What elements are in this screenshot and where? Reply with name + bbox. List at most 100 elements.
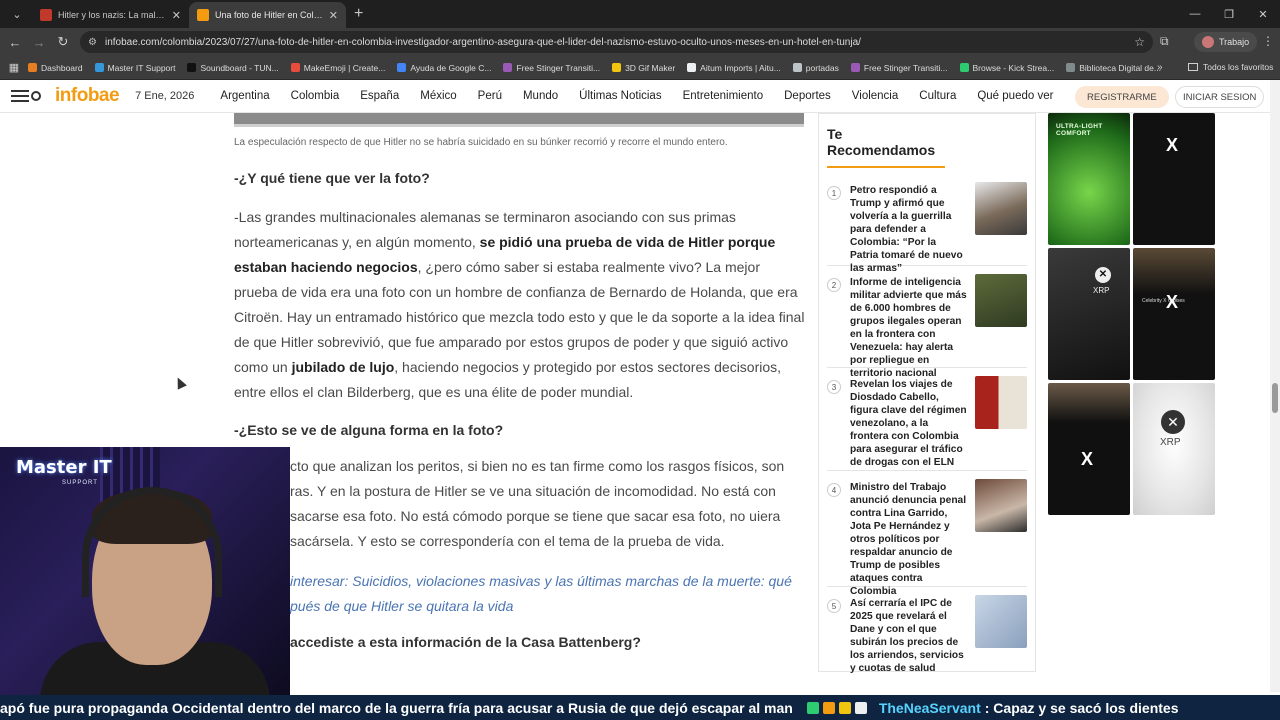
webcam-overlay: Master IT SUPPORT: [0, 447, 290, 695]
minimize-icon[interactable]: —: [1178, 8, 1212, 20]
tab-favicon-icon: [197, 9, 209, 21]
recommendation-text[interactable]: Revelan los viajes de Diosdado Cabello, …: [850, 368, 967, 470]
nav-item-que-puedo-ver[interactable]: Qué puedo ver: [977, 90, 1053, 102]
scrollbar-thumb[interactable]: [1272, 383, 1278, 413]
recommendations-panel: Te Recomendamos 1 Petro respondió a Trum…: [818, 113, 1036, 674]
ad-cap-white[interactable]: ✕ XRP: [1133, 383, 1215, 515]
tab-favicon-icon: [40, 9, 52, 21]
recommendation-item[interactable]: 3 Revelan los viajes de Diosdado Cabello…: [827, 368, 1027, 471]
bookmark-item[interactable]: Dashboard: [28, 63, 83, 73]
item-number: 2: [827, 278, 841, 292]
bookmark-item[interactable]: MakeEmoji | Create...: [290, 63, 385, 73]
search-icon[interactable]: [31, 91, 41, 101]
recommendation-thumbnail[interactable]: [974, 376, 1027, 429]
nav-item-entretenimiento[interactable]: Entretenimiento: [683, 90, 764, 102]
ad-cap-black[interactable]: X Celebrity X Cruises: [1133, 248, 1215, 380]
ticker-message-2: : Capaz y se sacó los dientes: [984, 699, 1179, 716]
extensions-icon[interactable]: ⧉: [1160, 34, 1169, 49]
recommendation-thumbnail[interactable]: [974, 479, 1027, 532]
hamburger-menu-icon[interactable]: [11, 87, 29, 105]
bookmark-item[interactable]: portadas: [792, 63, 839, 73]
browser-tab-1[interactable]: Hitler y los nazis: La maldad a ju ✕: [32, 2, 189, 28]
recommendation-item[interactable]: 5 Así cerraría el IPC de 2025 que revela…: [827, 587, 1027, 677]
recommendation-thumbnail[interactable]: [974, 182, 1027, 235]
emote-icons: [806, 701, 871, 714]
recommendation-thumbnail[interactable]: [974, 274, 1027, 327]
folder-icon: [1188, 63, 1198, 71]
profile-label: Trabajo: [1219, 37, 1250, 47]
bookmark-item[interactable]: Master IT Support: [94, 63, 175, 73]
bookmark-item[interactable]: Free Stinger Transiti...: [503, 63, 600, 73]
related-article-link[interactable]: interesar: Suicidios, violaciones masiva…: [234, 569, 806, 619]
question-heading: -¿Y qué tiene que ver la foto?: [234, 170, 430, 186]
recommendation-text[interactable]: Ministro del Trabajo anunció denuncia pe…: [850, 471, 967, 597]
bookmark-favicon-icon: [850, 63, 860, 72]
recommendation-text[interactable]: Informe de inteligencia militar advierte…: [850, 266, 967, 379]
ad-jacket[interactable]: ✕ XRP: [1048, 248, 1130, 380]
more-bookmarks-icon[interactable]: »: [1157, 62, 1163, 73]
bookmark-star-icon[interactable]: ☆: [1134, 35, 1145, 49]
nav-item-violencia[interactable]: Violencia: [852, 90, 898, 102]
browser-tab-2[interactable]: Una foto de Hitler en Colombia ✕: [189, 2, 346, 28]
url-text: infobae.com/colombia/2023/07/27/una-foto…: [104, 36, 861, 48]
forward-icon[interactable]: →: [27, 35, 51, 50]
restore-icon[interactable]: ❐: [1212, 8, 1246, 21]
bookmark-item[interactable]: Ayuda de Google C...: [397, 63, 491, 73]
x-logo-icon: X: [1081, 449, 1094, 469]
bookmark-item[interactable]: Soundboard - TUN...: [187, 63, 279, 73]
recommendation-thumbnail[interactable]: [974, 595, 1027, 648]
chat-ticker: apó fue pura propaganda Occidental dentr…: [0, 695, 1280, 720]
back-icon[interactable]: ←: [3, 35, 27, 50]
close-ad-icon[interactable]: X: [1166, 135, 1178, 156]
mouse-cursor-icon: [173, 375, 187, 390]
reload-icon[interactable]: ↻: [51, 34, 75, 50]
tab-label: Una foto de Hitler en Colombia: [215, 10, 323, 20]
recommendation-item[interactable]: 1 Petro respondió a Trump y afirmó que v…: [827, 174, 1027, 274]
login-button[interactable]: INICIAR SESION: [1175, 86, 1265, 108]
nav-item-argentina[interactable]: Argentina: [220, 90, 269, 102]
nav-item-mexico[interactable]: México: [420, 90, 456, 102]
close-tab-icon[interactable]: ✕: [329, 9, 338, 22]
new-tab-button[interactable]: +: [354, 5, 363, 23]
profile-button[interactable]: Trabajo: [1194, 32, 1258, 52]
item-number: 5: [827, 599, 841, 613]
nav-item-ultimas-noticias[interactable]: Últimas Noticias: [579, 90, 661, 102]
bookmark-favicon-icon: [28, 63, 37, 72]
bookmark-label: Ayuda de Google C...: [410, 62, 492, 73]
close-tab-icon[interactable]: ✕: [172, 9, 181, 22]
recommendation-text[interactable]: Así cerraría el IPC de 2025 que revelará…: [850, 587, 967, 677]
apps-grid-icon[interactable]: ▦: [0, 61, 28, 74]
nav-item-deportes[interactable]: Deportes: [784, 90, 831, 102]
address-bar[interactable]: ⚙ infobae.com/colombia/2023/07/27/una-fo…: [80, 31, 1153, 53]
bookmark-item[interactable]: Browse - Kick Strea...: [959, 63, 1054, 73]
page-scrollbar[interactable]: [1270, 80, 1280, 692]
recommendation-text[interactable]: Petro respondió a Trump y afirmó que vol…: [850, 174, 967, 274]
close-window-icon[interactable]: ✕: [1246, 8, 1280, 21]
nav-item-mundo[interactable]: Mundo: [523, 90, 558, 102]
recommendations-title: Te Recomendamos: [827, 126, 945, 168]
site-header: infobae 7 Ene, 2026 Argentina Colombia E…: [0, 80, 1270, 113]
site-info-icon[interactable]: ⚙: [88, 37, 97, 48]
bookmark-favicon-icon: [187, 63, 197, 72]
ad-cap-black-2[interactable]: X: [1048, 383, 1130, 515]
bookmark-item[interactable]: Aitum Imports | Aitu...: [687, 63, 781, 73]
recommendation-item[interactable]: 2 Informe de inteligencia militar advier…: [827, 266, 1027, 379]
all-bookmarks-button[interactable]: Todos los favoritos: [1188, 62, 1273, 72]
nav-item-cultura[interactable]: Cultura: [919, 90, 956, 102]
tab-search-icon[interactable]: ⌄: [6, 4, 28, 24]
menu-icon[interactable]: ⋮: [1262, 34, 1274, 48]
ad-hoodie[interactable]: X: [1133, 113, 1215, 245]
bookmark-item[interactable]: 3D Gif Maker: [612, 63, 675, 73]
question-heading: -¿Esto se ve de alguna forma en la foto?: [234, 422, 504, 438]
site-logo[interactable]: infobae: [55, 85, 120, 107]
bookmark-item[interactable]: Free Stinger Transiti...: [850, 63, 948, 73]
all-bookmarks-label: Todos los favoritos: [1203, 62, 1274, 72]
recommendation-item[interactable]: 4 Ministro del Trabajo anunció denuncia …: [827, 471, 1027, 597]
bookmark-item[interactable]: Biblioteca Digital de...: [1066, 63, 1161, 73]
nav-item-espana[interactable]: España: [360, 90, 399, 102]
register-button[interactable]: REGISTRARME: [1075, 86, 1169, 108]
bookmark-label: Dashboard: [41, 62, 83, 73]
nav-item-colombia[interactable]: Colombia: [291, 90, 340, 102]
nav-item-peru[interactable]: Perú: [478, 90, 502, 102]
ad-headphones[interactable]: ULTRA-LIGHT COMFORT: [1048, 113, 1130, 245]
